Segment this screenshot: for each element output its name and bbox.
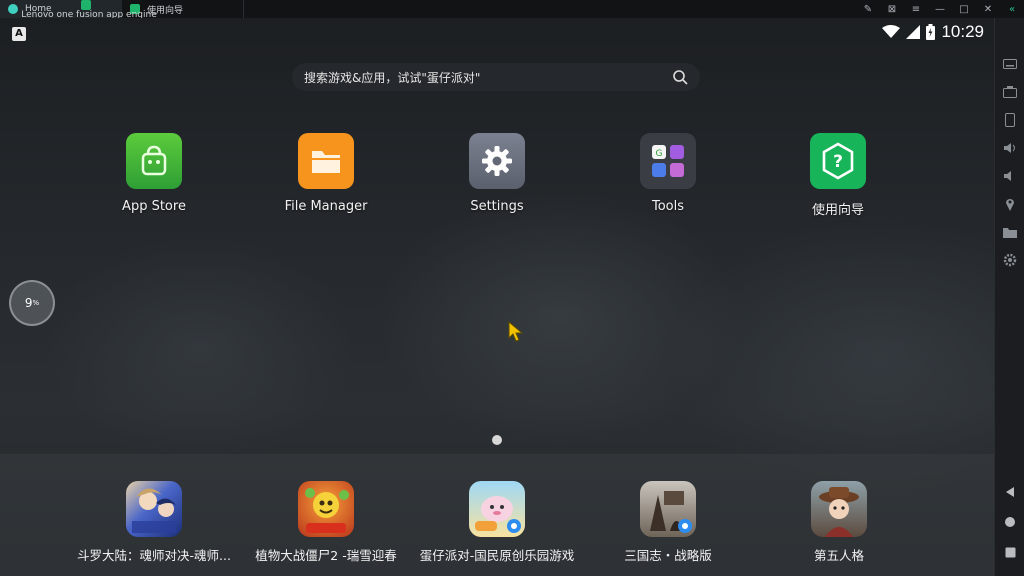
app-label: File Manager — [284, 199, 368, 214]
pin-icon[interactable]: ⊠ — [880, 4, 904, 15]
tab-app-engine[interactable]: Lenovo one fusion app engine — [0, 0, 178, 20]
page-indicator — [492, 435, 502, 445]
svg-text:?: ? — [833, 152, 843, 172]
settings-icon[interactable] — [1002, 252, 1018, 268]
app-label: Tools — [651, 199, 685, 214]
emulator-sidebar — [994, 18, 1024, 576]
dock-app-eggy-party[interactable]: 蛋仔派对-国民原创乐园游戏 — [407, 481, 587, 564]
tools-folder-shortcut[interactable]: G Tools — [608, 133, 728, 214]
minimize-icon[interactable]: — — [928, 4, 952, 15]
floating-assistant-ball[interactable]: 9% — [9, 280, 55, 326]
feedback-icon[interactable]: ✎ — [856, 4, 880, 15]
tools-folder-icon: G — [640, 133, 696, 189]
app-label: 蛋仔派对-国民原创乐园游戏 — [419, 548, 575, 563]
app-label: 斗罗大陆：魂师对决-魂师... — [77, 548, 231, 563]
clock: 10:29 — [941, 22, 984, 41]
mouse-cursor-icon — [508, 321, 524, 342]
dock: 斗罗大陆：魂师对决-魂师... 植物大战僵尸2 -瑞雪迎春 蛋仔派对-国民原创乐… — [0, 454, 994, 576]
status-bar: A 10:29 — [0, 18, 994, 50]
app-label: 第五人格 — [813, 548, 864, 563]
app-label: 使用向导 — [811, 203, 864, 218]
help-icon: ? — [810, 133, 866, 189]
home-icon[interactable] — [1002, 514, 1018, 530]
folder-icon — [298, 133, 354, 189]
search-icon[interactable] — [672, 69, 688, 85]
app-label: App Store — [122, 199, 186, 214]
title-bar: Lenovo one fusion app engine Home 使用向导 ✎… — [0, 0, 1024, 20]
collapse-sidebar-icon[interactable]: « — [1000, 4, 1024, 15]
location-icon[interactable] — [1002, 196, 1018, 212]
shake-icon[interactable] — [1002, 112, 1018, 128]
douluo-game-icon — [126, 481, 182, 537]
pvz2-game-icon — [298, 481, 354, 537]
dock-app-sanguozhi[interactable]: 三国志・战略版 — [578, 481, 758, 564]
maximize-icon[interactable]: □ — [952, 4, 976, 15]
folder-icon[interactable] — [1002, 224, 1018, 240]
app-store-icon — [126, 133, 182, 189]
sanguozhi-game-icon — [640, 481, 696, 537]
recents-icon[interactable] — [1002, 544, 1018, 560]
menu-icon[interactable]: ≡ — [904, 4, 928, 15]
dock-app-douluo[interactable]: 斗罗大陆：魂师对决-魂师... — [64, 481, 244, 564]
app-label: 植物大战僵尸2 -瑞雪迎春 — [255, 548, 397, 563]
volume-down-icon[interactable] — [1002, 168, 1018, 184]
app-label: Settings — [470, 199, 524, 214]
settings-shortcut[interactable]: Settings — [437, 133, 557, 214]
battery-icon — [926, 24, 936, 40]
app-engine-icon — [80, 0, 91, 10]
signal-icon — [906, 25, 921, 39]
float-ball-value: 9 — [24, 296, 33, 310]
notification-a-icon: A — [12, 27, 26, 41]
volume-up-icon[interactable] — [1002, 140, 1018, 156]
float-ball-unit: % — [32, 299, 40, 307]
back-icon[interactable] — [1002, 484, 1018, 500]
close-icon[interactable]: ✕ — [976, 4, 1000, 15]
app-store-shortcut[interactable]: App Store — [94, 133, 214, 214]
app-label: 三国志・战略版 — [624, 548, 712, 563]
gear-icon — [469, 133, 525, 189]
keyboard-icon[interactable] — [1002, 56, 1018, 72]
identity-v-game-icon — [811, 481, 867, 537]
screenshot-icon[interactable] — [1002, 84, 1018, 100]
wifi-icon — [882, 25, 901, 38]
search-placeholder: 搜索游戏&应用，试试"蛋仔派对" — [304, 70, 481, 85]
dock-app-identity-v[interactable]: 第五人格 — [749, 481, 929, 564]
file-manager-shortcut[interactable]: File Manager — [266, 133, 386, 214]
svg-text:G: G — [656, 149, 663, 159]
android-screen: A 10:29 搜索游戏&应用，试试"蛋仔派对" App Store File … — [0, 18, 994, 576]
dock-app-pvz2[interactable]: 植物大战僵尸2 -瑞雪迎春 — [236, 481, 416, 564]
eggy-party-game-icon — [469, 481, 525, 537]
search-bar[interactable]: 搜索游戏&应用，试试"蛋仔派对" — [292, 63, 700, 91]
guide-shortcut[interactable]: ? 使用向导 — [778, 133, 898, 218]
